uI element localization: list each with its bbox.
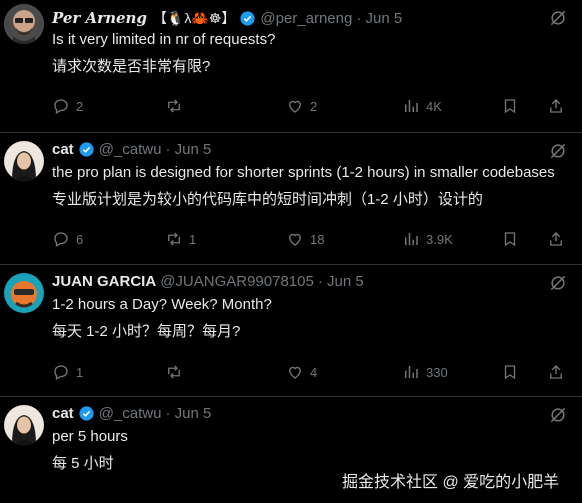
retweet-count: 1: [189, 231, 197, 247]
views-icon: [405, 100, 418, 112]
retweet-icon: [168, 232, 180, 246]
action-bar: 6 1 18 3.9K: [52, 230, 572, 250]
bookmark-button[interactable]: [501, 230, 519, 248]
tweet-juan-garcia[interactable]: JUAN GARCIA @JUANGAR99078105 · Jun 5 1-2…: [0, 264, 582, 397]
tweet-text-en: the pro plan is designed for shorter spr…: [52, 164, 555, 181]
like-button[interactable]: 18: [286, 230, 324, 248]
reply-button[interactable]: 6: [52, 230, 83, 248]
reply-count: 1: [76, 364, 84, 380]
share-icon: [550, 365, 562, 379]
tweet-per-arneng[interactable]: Per Arneng 【🐧λ🦀☸】 @per_arneng · Jun 5 Is…: [0, 0, 582, 133]
verified-badge-icon: [240, 10, 255, 26]
display-name[interactable]: Per Arneng: [52, 9, 147, 27]
bookmark-button[interactable]: [501, 97, 519, 115]
views-icon: [405, 366, 418, 378]
like-button[interactable]: 4: [286, 363, 317, 381]
action-bar: 1 4 330: [52, 363, 572, 383]
reply-icon: [54, 99, 68, 114]
views-button[interactable]: 3.9K: [402, 230, 453, 248]
bookmark-icon: [504, 232, 516, 247]
tweet-text-en: per 5 hours: [52, 428, 128, 445]
retweet-icon: [168, 365, 180, 379]
retweet-icon: [168, 99, 180, 113]
grok-slash-icon[interactable]: [548, 273, 568, 293]
retweet-button[interactable]: [165, 97, 189, 115]
share-icon: [550, 99, 562, 113]
like-count: 4: [310, 364, 318, 380]
tweet-date[interactable]: · Jun 5: [318, 273, 364, 290]
bookmark-icon: [504, 99, 516, 114]
grok-slash-icon[interactable]: [548, 8, 568, 28]
user-handle[interactable]: @JUANGAR99078105: [160, 273, 314, 290]
watermark: 掘金技术社区 @ 爱吃的小肥羊: [342, 474, 560, 491]
tweet-text-zh: 专业版计划是为较小的代码库中的短时间冲刺（1-2 小时）设计的: [52, 191, 483, 208]
tweet-header: Per Arneng 【🐧λ🦀☸】 @per_arneng · Jun 5: [52, 8, 402, 28]
retweet-button[interactable]: 1: [165, 230, 196, 248]
reply-count: 6: [76, 231, 84, 247]
views-count: 330: [426, 364, 448, 380]
share-icon: [550, 232, 562, 246]
name-emojis: 【🐧λ🦀☸】: [152, 10, 236, 26]
share-button[interactable]: [547, 230, 565, 248]
reply-button[interactable]: 1: [52, 363, 83, 381]
retweet-button[interactable]: [165, 363, 189, 381]
reply-icon: [54, 232, 68, 247]
tweet-date[interactable]: · Jun 5: [165, 141, 211, 158]
user-handle[interactable]: @_catwu: [99, 405, 162, 422]
views-icon: [405, 233, 418, 245]
verified-badge-icon: [79, 142, 94, 157]
tweet-header: cat @_catwu · Jun 5: [52, 405, 211, 422]
user-handle[interactable]: @per_arneng: [260, 10, 352, 27]
like-count: 18: [310, 231, 325, 247]
heart-icon: [289, 366, 301, 379]
avatar[interactable]: [4, 141, 44, 181]
heart-icon: [289, 100, 301, 113]
share-button[interactable]: [547, 363, 565, 381]
views-button[interactable]: 4K: [402, 97, 442, 115]
user-handle[interactable]: @_catwu: [99, 141, 162, 158]
verified-badge-icon: [79, 406, 94, 421]
like-count: 2: [310, 98, 318, 114]
tweet-text-zh: 每天 1-2 小时？每周？每月?: [52, 323, 241, 340]
tweet-header: cat @_catwu · Jun 5: [52, 141, 211, 158]
tweet-text-zh: 请求次数是否非常有限?: [52, 58, 211, 75]
tweet-date[interactable]: · Jun 5: [356, 10, 402, 27]
tweet-text-en: Is it very limited in nr of requests?: [52, 31, 276, 48]
tweet-text-zh: 每 5 小时: [52, 455, 114, 472]
reply-icon: [54, 365, 68, 380]
reply-count: 2: [76, 98, 84, 114]
bookmark-icon: [504, 365, 516, 380]
tweet-text-en: 1-2 hours a Day? Week? Month?: [52, 296, 272, 313]
avatar[interactable]: [4, 4, 44, 44]
tweet-cat-1[interactable]: cat @_catwu · Jun 5 the pro plan is desi…: [0, 132, 582, 265]
heart-icon: [289, 233, 301, 246]
avatar[interactable]: [4, 405, 44, 445]
views-button[interactable]: 330: [402, 363, 448, 381]
tweet-header: JUAN GARCIA @JUANGAR99078105 · Jun 5: [52, 273, 364, 290]
bookmark-button[interactable]: [501, 363, 519, 381]
display-name[interactable]: JUAN GARCIA: [52, 273, 156, 290]
like-button[interactable]: 2: [286, 97, 317, 115]
views-count: 4K: [426, 98, 442, 114]
views-count: 3.9K: [426, 231, 453, 247]
display-name[interactable]: cat: [52, 141, 74, 158]
display-name[interactable]: cat: [52, 405, 74, 422]
grok-slash-icon[interactable]: [548, 141, 568, 161]
avatar[interactable]: [4, 273, 44, 313]
tweet-date[interactable]: · Jun 5: [165, 405, 211, 422]
action-bar: 2 2 4K: [52, 97, 572, 117]
reply-button[interactable]: 2: [52, 97, 83, 115]
grok-slash-icon[interactable]: [548, 405, 568, 425]
share-button[interactable]: [547, 97, 565, 115]
